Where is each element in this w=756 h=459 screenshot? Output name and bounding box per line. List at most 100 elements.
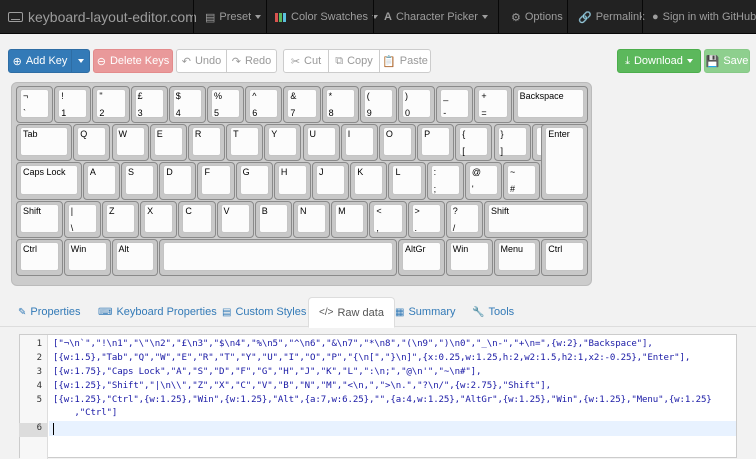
- copy-button[interactable]: ⧉ Copy: [328, 49, 380, 73]
- key[interactable]: }]: [493, 124, 531, 162]
- clipboard-icon: 📋: [382, 55, 396, 68]
- raw-data-editor[interactable]: 1 2 3 4 5 6 ["¬\n`","!\n1","\"\n2","£\n3…: [19, 334, 737, 459]
- key[interactable]: Ctrl: [541, 238, 588, 276]
- redo-button[interactable]: ↷ Redo: [226, 49, 277, 73]
- key[interactable]: C: [178, 200, 216, 238]
- key[interactable]: + =: [474, 86, 512, 124]
- key[interactable]: Z: [101, 200, 140, 238]
- key[interactable]: Enter: [541, 124, 588, 200]
- key[interactable]: R: [187, 124, 226, 162]
- tab-keyboard-properties[interactable]: ⌨ Keyboard Properties: [88, 297, 227, 327]
- key-label-top: Win: [70, 243, 87, 254]
- key[interactable]: <,: [369, 200, 407, 238]
- key[interactable]: * 8: [321, 86, 359, 124]
- key[interactable]: ~ #: [503, 162, 541, 200]
- key[interactable]: >.: [407, 200, 445, 238]
- delete-keys-button[interactable]: ⊖ Delete Keys: [93, 49, 173, 73]
- nav-divider: [642, 0, 643, 34]
- key[interactable]: U: [302, 124, 340, 162]
- key[interactable]: (9: [359, 86, 397, 124]
- scissors-icon: ✂: [290, 55, 301, 68]
- add-key-dropdown-button[interactable]: [71, 49, 90, 73]
- key[interactable]: Q: [73, 124, 111, 162]
- key[interactable]: ! 1: [54, 86, 92, 124]
- key[interactable]: Ctrl: [16, 238, 63, 276]
- key[interactable]: £3: [130, 86, 168, 124]
- keyboard-canvas[interactable]: ¬ `! 1 " 2 £3 $4% 5 ^ 6 & 7 * 8(9) 0 _ - + = Backspace Tab Q W…: [11, 82, 592, 286]
- key[interactable]: % 5: [207, 86, 245, 124]
- tab-summary[interactable]: ▦ Summary: [385, 297, 466, 327]
- tab-properties[interactable]: ✎ Properties: [8, 297, 91, 327]
- key[interactable]: Y: [264, 124, 302, 162]
- key[interactable]: T: [226, 124, 264, 162]
- key[interactable]: X: [140, 200, 178, 238]
- key[interactable]: N: [292, 200, 331, 238]
- tab-raw-data[interactable]: </> Raw data: [308, 297, 395, 328]
- sign-in-button[interactable]: ● Sign in with GitHub: [652, 0, 756, 34]
- save-button[interactable]: 💾 Save: [704, 49, 750, 73]
- tab-tools[interactable]: 🔧 Tools: [462, 297, 524, 327]
- key[interactable]: Win: [445, 238, 493, 276]
- keyboard-icon: [8, 12, 23, 22]
- key[interactable]: E: [149, 124, 187, 162]
- preset-menu[interactable]: ▤ Preset: [205, 0, 262, 34]
- cut-button[interactable]: ✂ Cut: [283, 49, 329, 73]
- key[interactable]: " 2: [92, 86, 130, 124]
- key[interactable]: A: [82, 162, 121, 200]
- key[interactable]: ^ 6: [245, 86, 283, 124]
- key[interactable]: ¬ `: [16, 86, 54, 124]
- key[interactable]: K: [350, 162, 388, 200]
- key[interactable]: Shift: [16, 200, 63, 238]
- key[interactable]: S: [121, 162, 159, 200]
- nav-divider: [373, 0, 374, 34]
- key-label-top: H: [280, 167, 288, 178]
- key[interactable]: Alt: [111, 238, 159, 276]
- options-button[interactable]: ⚙ Options: [511, 0, 563, 34]
- key[interactable]: Backspace: [512, 86, 588, 124]
- key[interactable]: ) 0: [398, 86, 436, 124]
- download-button[interactable]: ⤓ Download: [617, 49, 701, 73]
- key[interactable]: O: [378, 124, 417, 162]
- key[interactable]: ? /: [445, 200, 483, 238]
- key[interactable]: H: [273, 162, 312, 200]
- key[interactable]: {[: [455, 124, 493, 162]
- key[interactable]: F: [197, 162, 235, 200]
- key-label-top: P: [424, 129, 431, 140]
- key[interactable]: & 7: [283, 86, 321, 124]
- key[interactable]: J: [312, 162, 350, 200]
- key[interactable]: Shift: [483, 200, 588, 238]
- key[interactable]: Menu: [493, 238, 541, 276]
- key[interactable]: P: [417, 124, 455, 162]
- key[interactable]: $4: [168, 86, 206, 124]
- key[interactable]: _ -: [436, 86, 474, 124]
- key[interactable]: G: [235, 162, 273, 200]
- key-label-top: J: [319, 167, 324, 178]
- key[interactable]: W: [111, 124, 149, 162]
- key[interactable]: Tab: [16, 124, 73, 162]
- key[interactable]: Win: [63, 238, 111, 276]
- key[interactable]: I: [340, 124, 378, 162]
- key[interactable]: @ ': [464, 162, 503, 200]
- key[interactable]: L: [388, 162, 426, 200]
- key[interactable]: Caps Lock: [16, 162, 82, 200]
- brand[interactable]: keyboard-layout-editor.com: [8, 0, 197, 34]
- key[interactable]: B: [254, 200, 292, 238]
- key[interactable]: [159, 238, 397, 276]
- key[interactable]: :;: [426, 162, 464, 200]
- permalink-button[interactable]: 🔗 Permalink: [578, 0, 645, 34]
- key[interactable]: V: [216, 200, 254, 238]
- code-line: ,"Ctrl"]: [53, 408, 118, 418]
- key[interactable]: M: [331, 200, 369, 238]
- key-label-top: A: [89, 167, 96, 178]
- key[interactable]: D: [159, 162, 197, 200]
- key[interactable]: AltGr: [398, 238, 445, 276]
- character-picker-menu[interactable]: A Character Picker: [384, 0, 488, 34]
- undo-button[interactable]: ↶ Undo: [176, 49, 227, 73]
- brand-title: keyboard-layout-editor.com: [28, 9, 197, 25]
- key-label-top: Ctrl: [23, 243, 37, 254]
- add-key-button[interactable]: ⊕ Add Key: [8, 49, 72, 73]
- paste-button[interactable]: 📋 Paste: [379, 49, 431, 73]
- tab-custom-styles[interactable]: ▤ Custom Styles: [212, 297, 316, 327]
- key[interactable]: | \: [63, 200, 101, 238]
- color-swatches-menu[interactable]: Color Swatches: [275, 0, 379, 34]
